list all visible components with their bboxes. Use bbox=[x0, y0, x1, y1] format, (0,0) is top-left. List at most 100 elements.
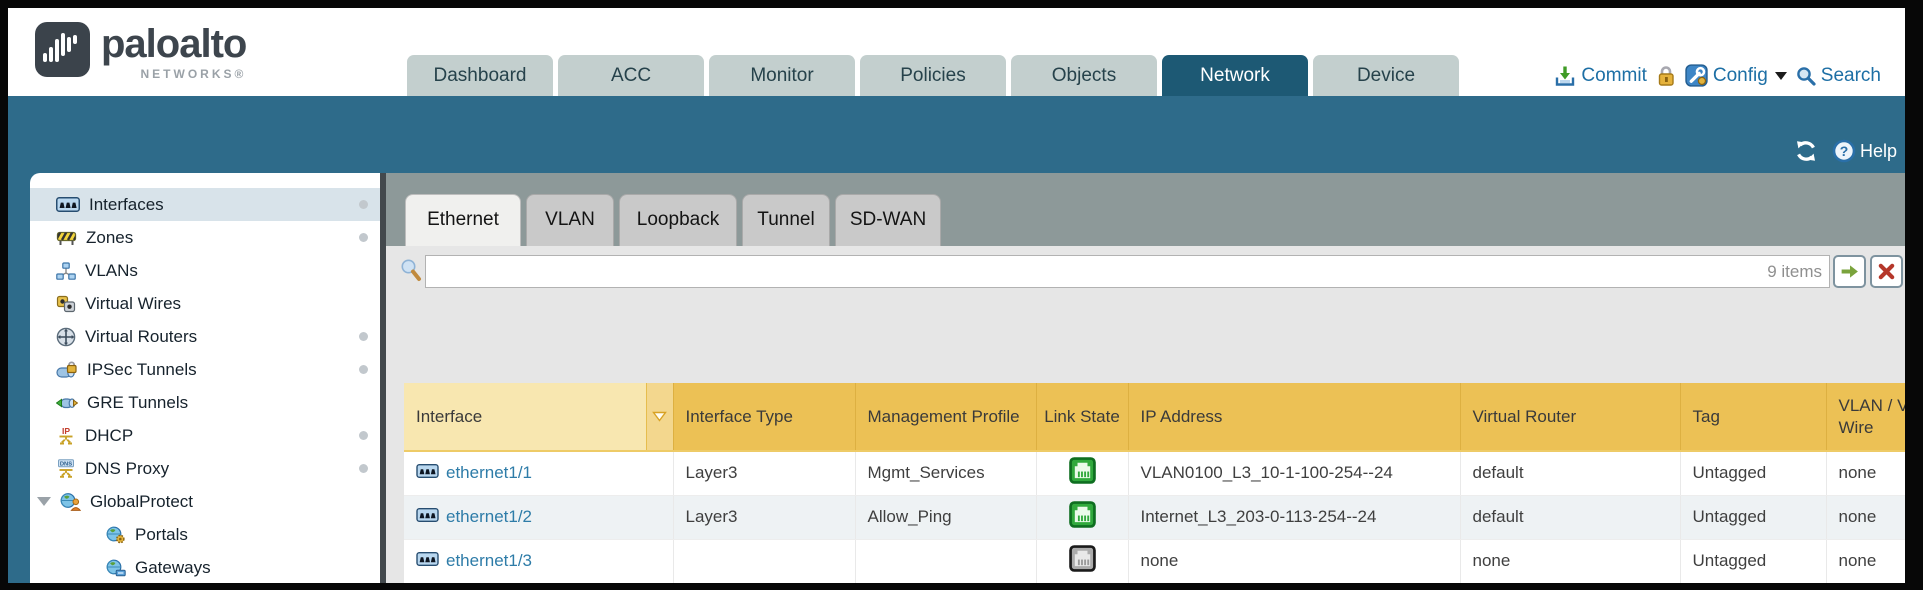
column-filter-dropdown[interactable] bbox=[646, 383, 673, 450]
sidebar-item-interfaces[interactable]: Interfaces bbox=[30, 188, 380, 221]
col-header-interface-type[interactable]: Interface Type bbox=[673, 383, 855, 451]
sidebar-item-gateways[interactable]: Gateways bbox=[30, 551, 380, 583]
lock-icon[interactable] bbox=[1656, 64, 1676, 87]
expander-icon[interactable] bbox=[37, 497, 51, 506]
config-label: Config bbox=[1713, 65, 1768, 87]
tab-objects[interactable]: Objects bbox=[1011, 55, 1157, 96]
main-content: Ethernet VLAN Loopback Tunnel SD-WAN 9 i… bbox=[386, 173, 1905, 583]
sidebar-item-vlans[interactable]: VLANs bbox=[30, 254, 380, 287]
cell-ip-address: none bbox=[1128, 539, 1460, 583]
status-dot bbox=[359, 365, 368, 374]
ethernet-port-icon bbox=[416, 463, 439, 483]
secondary-toolbar: ? Help bbox=[1794, 139, 1897, 163]
cell-link-state bbox=[1036, 539, 1128, 583]
table-header-row: Interface Interface Type Management Prof… bbox=[404, 383, 1905, 451]
refresh-icon[interactable] bbox=[1794, 139, 1818, 163]
subtab-vlan[interactable]: VLAN bbox=[526, 194, 614, 246]
sidebar-item-globalprotect[interactable]: GlobalProtect bbox=[30, 485, 380, 518]
col-header-vlan-virtual-wire[interactable]: VLAN / Virtual Wire bbox=[1826, 383, 1905, 451]
sidebar-item-ipsec-tunnels[interactable]: IPSec Tunnels bbox=[30, 353, 380, 386]
tab-acc[interactable]: ACC bbox=[558, 55, 704, 96]
cell-tag: Untagged bbox=[1680, 451, 1826, 495]
interface-link[interactable]: ethernet1/2 bbox=[446, 507, 532, 527]
status-dot bbox=[359, 200, 368, 209]
subtab-tunnel[interactable]: Tunnel bbox=[742, 194, 830, 246]
cell-virtual-router: default bbox=[1460, 495, 1680, 539]
filter-input[interactable] bbox=[425, 255, 1830, 288]
cell-virtual-router: default bbox=[1460, 451, 1680, 495]
help-button[interactable]: ? Help bbox=[1832, 139, 1897, 163]
sidebar-item-label: DHCP bbox=[85, 426, 133, 446]
cell-interface-type: Layer3 bbox=[673, 495, 855, 539]
ethernet-port-icon bbox=[416, 551, 439, 571]
cell-virtual-router: none bbox=[1460, 539, 1680, 583]
commit-label: Commit bbox=[1581, 65, 1646, 87]
tab-network[interactable]: Network bbox=[1162, 55, 1308, 96]
tab-monitor[interactable]: Monitor bbox=[709, 55, 855, 96]
sidebar-item-label: GRE Tunnels bbox=[87, 393, 188, 413]
col-header-interface[interactable]: Interface bbox=[404, 383, 673, 451]
portals-icon bbox=[106, 526, 126, 544]
dns-proxy-icon: DNS bbox=[56, 459, 76, 479]
tab-policies[interactable]: Policies bbox=[860, 55, 1006, 96]
interfaces-table: Interface Interface Type Management Prof… bbox=[404, 383, 1905, 583]
config-icon bbox=[1685, 64, 1708, 87]
commit-button[interactable]: Commit bbox=[1554, 65, 1646, 87]
sidebar-item-label: VLANs bbox=[85, 261, 138, 281]
sidebar-item-zones[interactable]: Zones bbox=[30, 221, 380, 254]
screenshot-frame: paloalto NETWORKS® Dashboard ACC Monitor… bbox=[0, 0, 1923, 590]
col-header-ip-address[interactable]: IP Address bbox=[1128, 383, 1460, 451]
col-header-tag[interactable]: Tag bbox=[1680, 383, 1826, 451]
help-icon: ? bbox=[1832, 139, 1856, 163]
table-row[interactable]: ethernet1/3 none none Untagged none bbox=[404, 539, 1905, 583]
col-header-link-state[interactable]: Link State bbox=[1036, 383, 1128, 451]
globalprotect-icon bbox=[60, 492, 81, 511]
network-sidebar: Interfaces Zones VLANs Virtual Wires bbox=[30, 173, 380, 583]
col-header-virtual-router[interactable]: Virtual Router bbox=[1460, 383, 1680, 451]
table-row[interactable]: ethernet1/1 Layer3 Mgmt_Services VLAN010… bbox=[404, 451, 1905, 495]
cell-ip-address: Internet_L3_203-0-113-254--24 bbox=[1128, 495, 1460, 539]
vlans-icon bbox=[56, 262, 76, 280]
clear-filter-button[interactable] bbox=[1870, 255, 1903, 288]
paloalto-logo-icon bbox=[34, 21, 91, 78]
top-header: paloalto NETWORKS® Dashboard ACC Monitor… bbox=[8, 8, 1905, 96]
sidebar-item-virtual-routers[interactable]: Virtual Routers bbox=[30, 320, 380, 353]
svg-text:?: ? bbox=[1840, 143, 1849, 159]
sidebar-item-gre-tunnels[interactable]: GRE Tunnels bbox=[30, 386, 380, 419]
sidebar-item-label: GlobalProtect bbox=[90, 492, 193, 512]
brand-sub: NETWORKS® bbox=[101, 67, 246, 81]
subtab-sdwan[interactable]: SD-WAN bbox=[835, 194, 941, 246]
main-nav-tabs: Dashboard ACC Monitor Policies Objects N… bbox=[407, 55, 1459, 96]
table-row[interactable]: ethernet1/2 Layer3 Allow_Ping Internet_L… bbox=[404, 495, 1905, 539]
ipsec-tunnels-icon bbox=[56, 361, 78, 379]
sidebar-item-dns-proxy[interactable]: DNS DNS Proxy bbox=[30, 452, 380, 485]
green-arrow-icon bbox=[1839, 261, 1860, 282]
ethernet-port-icon bbox=[416, 507, 439, 527]
sidebar-item-portals[interactable]: Portals bbox=[30, 518, 380, 551]
sidebar-item-dhcp[interactable]: IP DHCP bbox=[30, 419, 380, 452]
sidebar-item-virtual-wires[interactable]: Virtual Wires bbox=[30, 287, 380, 320]
subtab-ethernet[interactable]: Ethernet bbox=[405, 194, 521, 246]
content-panel: 9 items Interfa bbox=[386, 246, 1905, 583]
filter-row: 9 items bbox=[386, 246, 1905, 296]
sidebar-item-label: Gateways bbox=[135, 558, 211, 578]
svg-text:IP: IP bbox=[62, 426, 70, 436]
sidebar-item-label: DNS Proxy bbox=[85, 459, 169, 479]
apply-filter-button[interactable] bbox=[1833, 255, 1866, 288]
red-x-icon bbox=[1877, 262, 1896, 281]
tab-dashboard[interactable]: Dashboard bbox=[407, 55, 553, 96]
dhcp-icon: IP bbox=[56, 426, 76, 446]
subtab-loopback[interactable]: Loopback bbox=[619, 194, 737, 246]
svg-text:DNS: DNS bbox=[60, 461, 72, 467]
interface-link[interactable]: ethernet1/3 bbox=[446, 551, 532, 571]
search-button[interactable]: Search bbox=[1796, 65, 1881, 87]
link-up-icon bbox=[1069, 457, 1096, 484]
sidebar-item-label: IPSec Tunnels bbox=[87, 360, 197, 380]
sidebar-item-label: Zones bbox=[86, 228, 133, 248]
col-header-management-profile[interactable]: Management Profile bbox=[855, 383, 1036, 451]
cell-tag: Untagged bbox=[1680, 539, 1826, 583]
interface-link[interactable]: ethernet1/1 bbox=[446, 463, 532, 483]
tab-device[interactable]: Device bbox=[1313, 55, 1459, 96]
cell-link-state bbox=[1036, 495, 1128, 539]
config-menu[interactable]: Config bbox=[1685, 64, 1787, 87]
